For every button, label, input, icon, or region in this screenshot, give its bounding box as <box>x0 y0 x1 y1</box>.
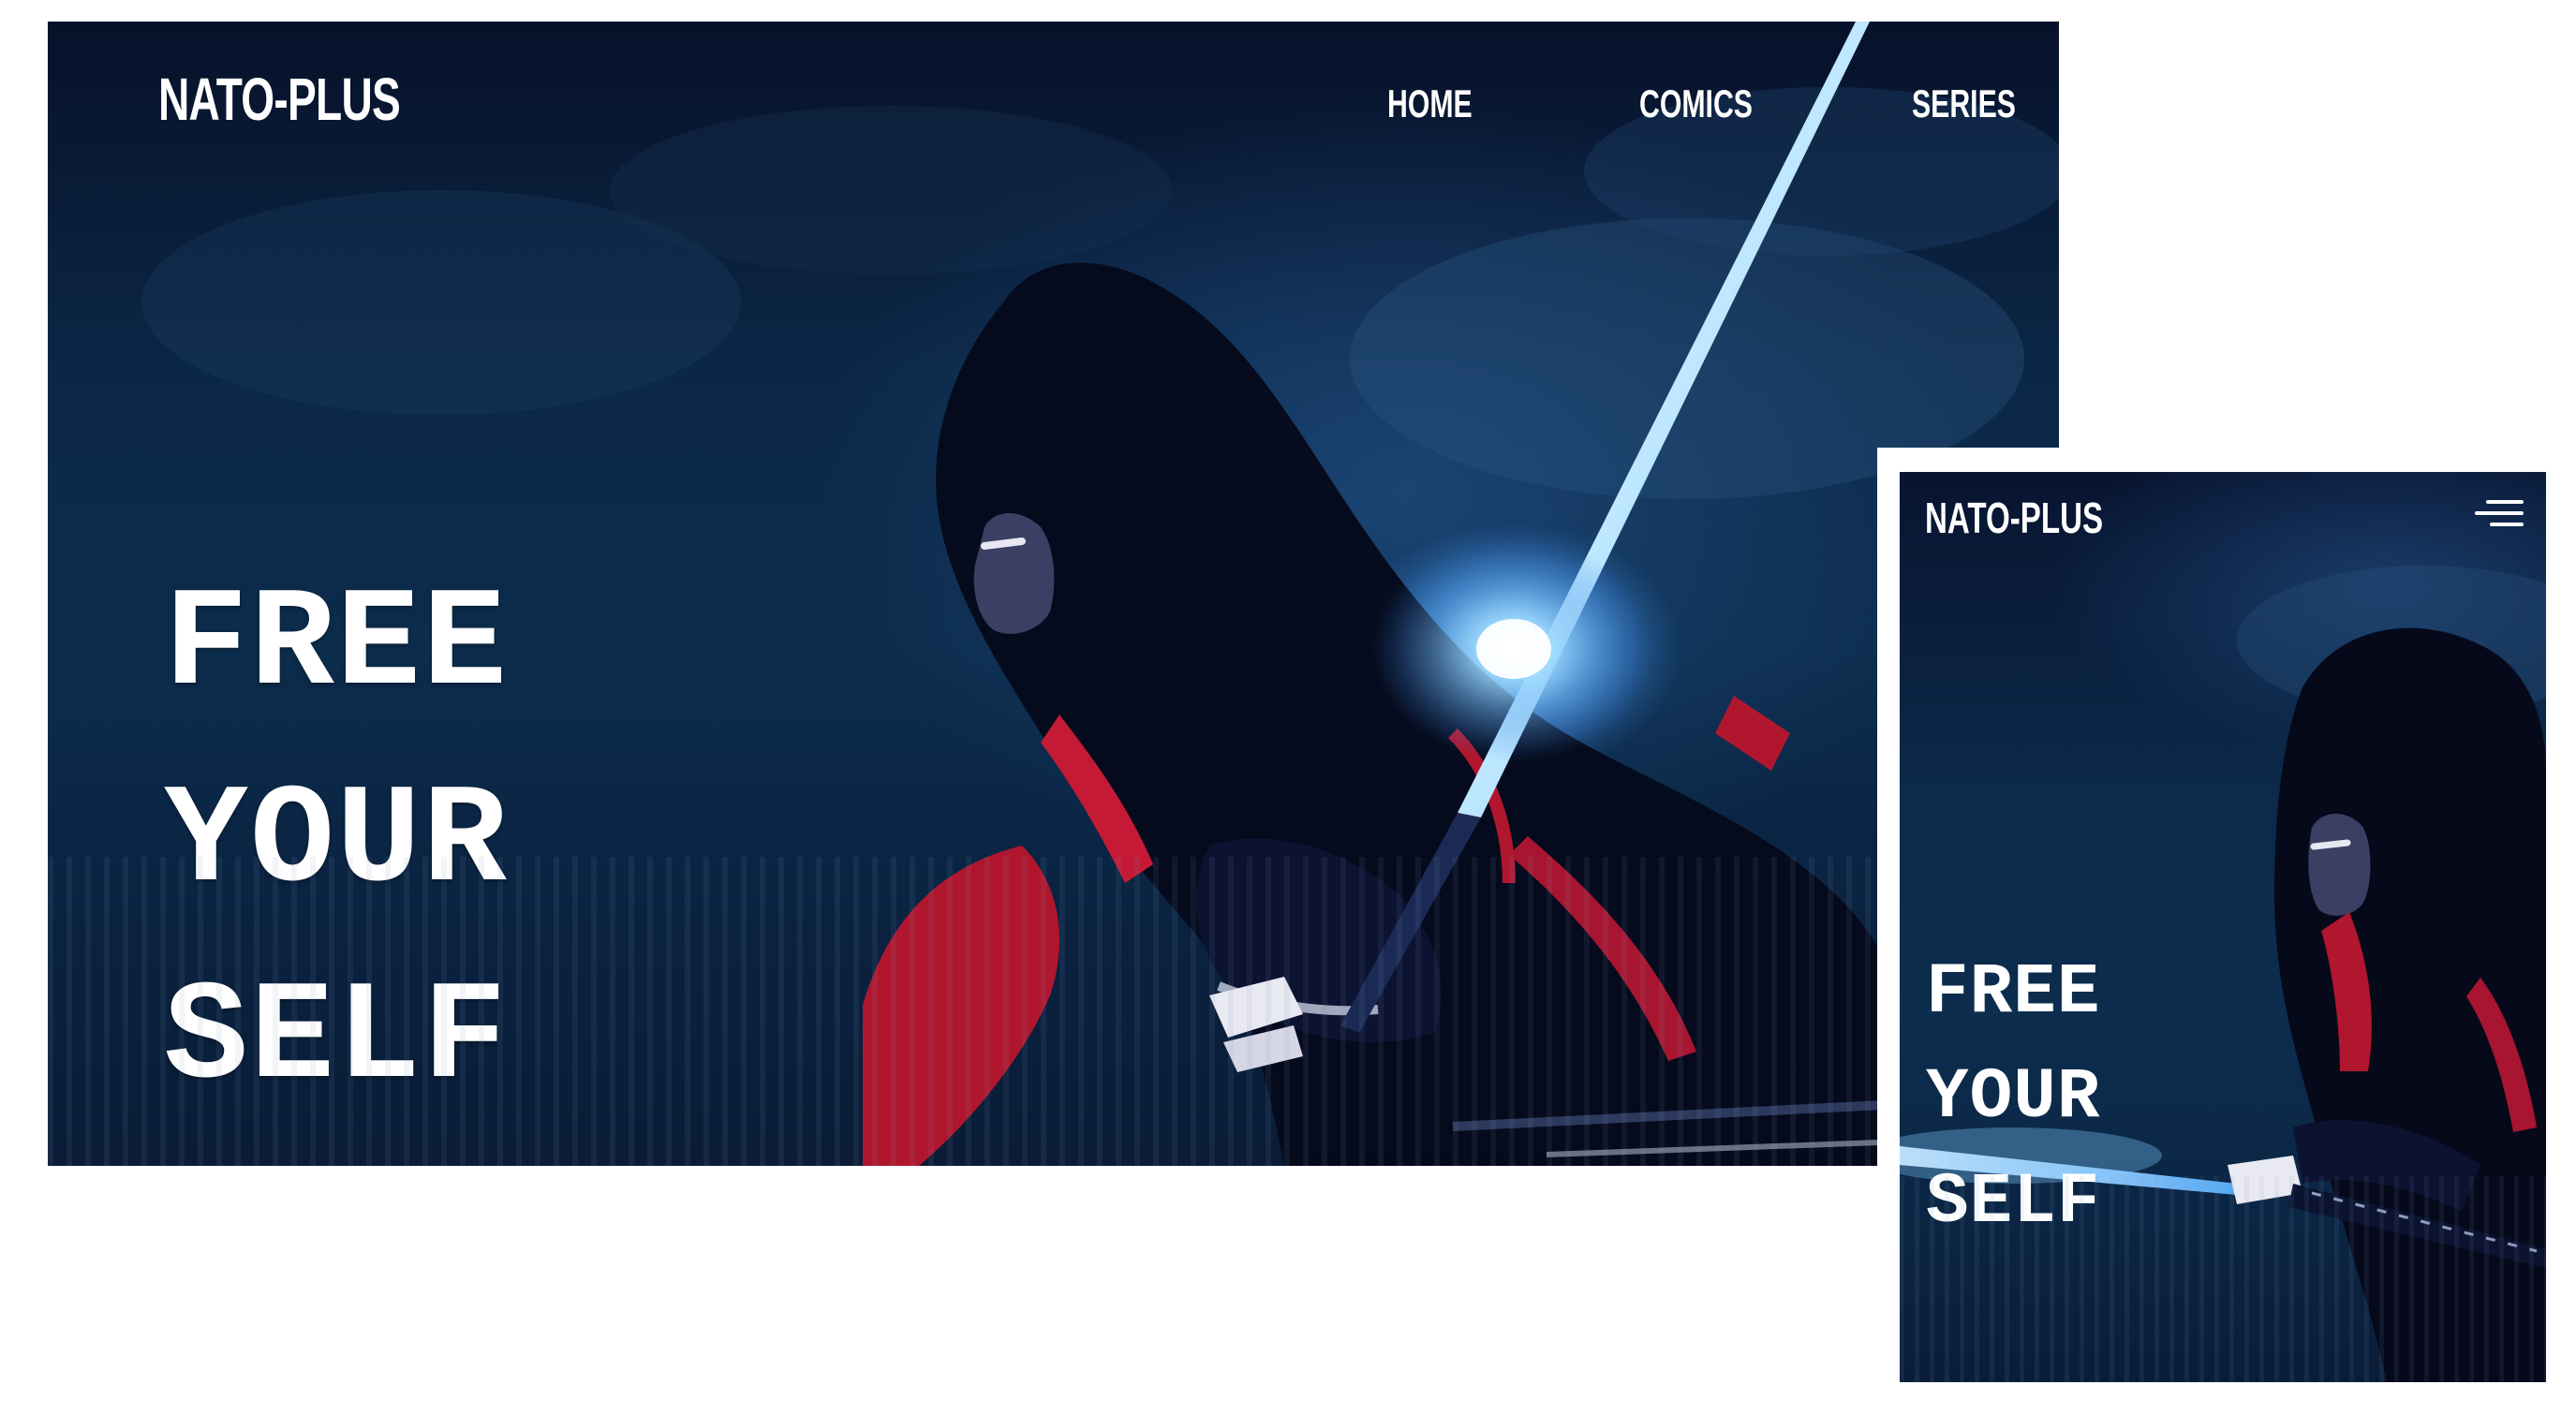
hamburger-menu-icon[interactable] <box>2475 498 2524 532</box>
mobile-hero-headline-line: SELF <box>1926 1162 2101 1243</box>
menu-bar <box>2486 500 2524 504</box>
desktop-landing-page: NATO-PLUS HOME COMICS SERIES FREE YOUR S… <box>48 22 2059 1166</box>
mobile-hero-headline-line: YOUR <box>1926 1057 2101 1138</box>
menu-bar <box>2475 511 2524 515</box>
nav-link-home[interactable]: HOME <box>1387 81 1473 126</box>
desktop-top-navigation: NATO-PLUS HOME COMICS SERIES <box>48 22 2059 162</box>
nav-link-comics[interactable]: COMICS <box>1639 81 1753 126</box>
mobile-site-logo[interactable]: NATO-PLUS <box>1925 493 2103 543</box>
mobile-hero-headline: FREE YOUR SELF <box>1926 940 2100 1255</box>
screenshot-stage: NATO-PLUS HOME COMICS SERIES FREE YOUR S… <box>0 0 2576 1414</box>
hero-headline-line: SELF <box>164 960 510 1119</box>
menu-bar <box>2490 523 2524 526</box>
mobile-landing-page: NATO-PLUS FREE YOUR SELF <box>1900 472 2546 1382</box>
nav-links: HOME COMICS SERIES <box>1216 81 2059 138</box>
site-logo[interactable]: NATO-PLUS <box>158 65 401 134</box>
hero-headline: FREE YOUR SELF <box>164 548 509 1138</box>
nav-link-series[interactable]: SERIES <box>1912 81 2016 126</box>
mobile-preview-frame: NATO-PLUS FREE YOUR SELF <box>1877 448 2550 1386</box>
mobile-hero-headline-line: FREE <box>1926 952 2101 1033</box>
hero-headline-line: FREE <box>164 567 510 726</box>
hero-headline-line: YOUR <box>164 763 510 922</box>
